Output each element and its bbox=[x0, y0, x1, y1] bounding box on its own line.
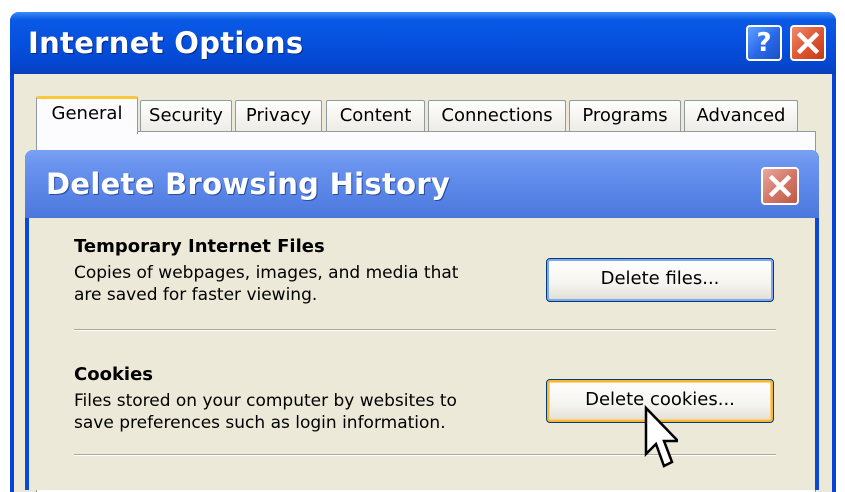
window-title: Internet Options bbox=[28, 26, 304, 60]
dialog-title: Delete Browsing History bbox=[46, 167, 451, 201]
delete-files-button[interactable]: Delete files... bbox=[546, 258, 774, 302]
question-mark-icon: ? bbox=[756, 28, 772, 58]
close-x-icon bbox=[768, 174, 792, 198]
temp-files-description: Copies of webpages, images, and media th… bbox=[74, 262, 534, 306]
tab-connections[interactable]: Connections bbox=[428, 100, 566, 132]
mouse-pointer-icon bbox=[644, 404, 678, 468]
dialog-titlebar[interactable]: Delete Browsing History bbox=[25, 150, 819, 218]
help-button[interactable]: ? bbox=[746, 25, 782, 61]
close-button[interactable] bbox=[790, 25, 826, 61]
cookies-heading: Cookies bbox=[74, 364, 154, 385]
tab-security[interactable]: Security bbox=[140, 100, 232, 132]
dialog-close-button[interactable] bbox=[761, 167, 799, 205]
tab-general[interactable]: General bbox=[36, 96, 138, 134]
tab-privacy[interactable]: Privacy bbox=[235, 100, 322, 132]
dialog-body: Temporary Internet Files Copies of webpa… bbox=[29, 218, 815, 490]
cookies-desc-line1: Files stored on your computer by website… bbox=[74, 391, 457, 411]
cookies-description: Files stored on your computer by website… bbox=[74, 390, 534, 434]
tab-advanced[interactable]: Advanced bbox=[684, 100, 798, 132]
tab-content[interactable]: Content bbox=[326, 100, 425, 132]
close-x-icon bbox=[796, 31, 820, 55]
cookies-desc-line2: save preferences such as login informati… bbox=[74, 413, 446, 433]
internet-options-titlebar[interactable]: Internet Options ? bbox=[10, 12, 836, 74]
temp-files-desc-line1: Copies of webpages, images, and media th… bbox=[74, 263, 459, 283]
delete-browsing-history-dialog: Delete Browsing History Temporary Intern… bbox=[25, 150, 819, 490]
temp-files-heading: Temporary Internet Files bbox=[74, 236, 325, 257]
section-separator bbox=[74, 329, 776, 331]
tab-strip: General Security Privacy Content Connect… bbox=[36, 96, 816, 134]
tab-programs[interactable]: Programs bbox=[569, 100, 681, 132]
temp-files-desc-line2: are saved for faster viewing. bbox=[74, 285, 318, 305]
